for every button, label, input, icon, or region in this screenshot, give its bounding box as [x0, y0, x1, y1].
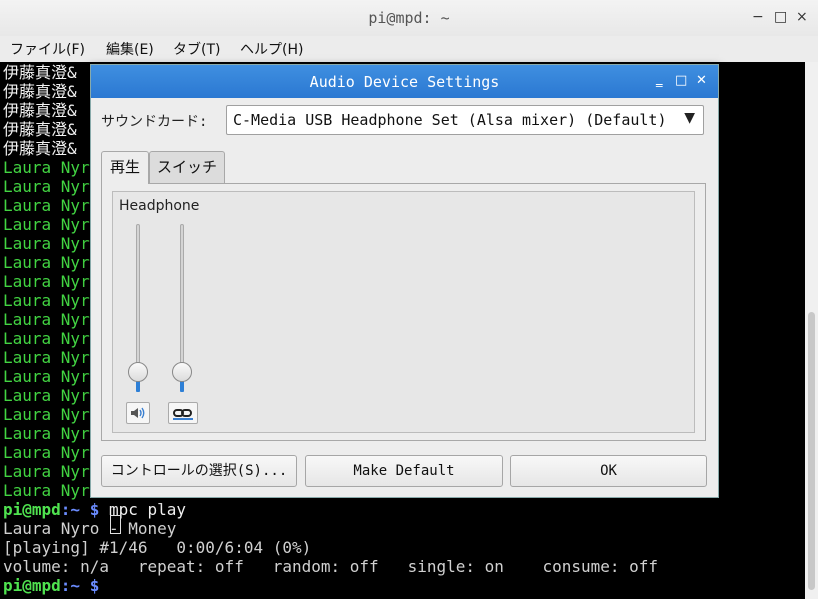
sound-card-value: C-Media USB Headphone Set (Alsa mixer) (…	[233, 111, 667, 129]
playlist-line: Laura Nyr	[3, 405, 90, 424]
dialog-maximize-button[interactable]: □	[675, 73, 687, 88]
select-controls-button[interactable]: コントロールの選択(S)...	[101, 455, 297, 487]
mute-toggle-button[interactable]	[126, 402, 150, 424]
dialog-close-button[interactable]: ✕	[696, 73, 707, 88]
playlist-line: Laura Nyr	[3, 196, 90, 215]
terminal-titlebar: pi@mpd: ~ − □ ×	[0, 0, 818, 36]
terminal-scrollbar[interactable]	[805, 62, 818, 599]
dropdown-arrow-icon: ▼	[684, 110, 695, 126]
ok-button[interactable]: OK	[510, 455, 707, 487]
maximize-button[interactable]: □	[774, 9, 787, 25]
volume-line: volume: n/a repeat: off random: off sing…	[3, 557, 659, 576]
playlist-line: Laura Nyr	[3, 443, 90, 462]
tab-switches[interactable]: スイッチ	[149, 151, 225, 183]
menu-edit[interactable]: 編集(E)	[106, 39, 154, 59]
playlist-line: Laura Nyr	[3, 481, 90, 500]
playlist-line: 伊藤真澄&	[3, 101, 77, 120]
playlist-line: Laura Nyr	[3, 177, 90, 196]
playlist-line: Laura Nyr	[3, 329, 90, 348]
command-line: pi@mpd:~ $ mpc play	[3, 500, 187, 519]
make-default-button[interactable]: Make Default	[305, 455, 503, 487]
speaker-icon	[131, 407, 145, 419]
right-channel-slider-knob[interactable]	[172, 362, 192, 383]
lock-channels-button[interactable]	[168, 402, 198, 424]
playlist-line: 伊藤真澄&	[3, 120, 77, 139]
mixer-frame: Headphone	[112, 191, 695, 433]
terminal-title: pi@mpd: ~	[368, 9, 450, 27]
minimize-button[interactable]: −	[752, 9, 764, 25]
playlist-line: Laura Nyr	[3, 310, 90, 329]
sound-card-label: サウンドカード:	[101, 114, 208, 130]
playlist-line: 伊藤真澄&	[3, 63, 77, 82]
playlist-line: Laura Nyr	[3, 386, 90, 405]
playlist-line: Laura Nyr	[3, 234, 90, 253]
playlist-line: Laura Nyr	[3, 291, 90, 310]
playlist-line: Laura Nyr	[3, 215, 90, 234]
playlist-line: Laura Nyr	[3, 348, 90, 367]
status-line: [playing] #1/46 0:00/6:04 (0%)	[3, 538, 312, 557]
close-button[interactable]: ×	[796, 9, 808, 25]
menu-tab[interactable]: タブ(T)	[173, 39, 220, 59]
playlist-line: Laura Nyr	[3, 367, 90, 386]
playlist-line: Laura Nyr	[3, 272, 90, 291]
terminal-cursor	[110, 515, 121, 534]
left-channel-slider-knob[interactable]	[128, 362, 148, 383]
menu-file[interactable]: ファイル(F)	[10, 39, 85, 59]
device-name: Headphone	[119, 198, 200, 214]
current-prompt: pi@mpd:~ $	[3, 576, 100, 595]
tab-playback[interactable]: 再生	[101, 151, 149, 184]
playlist-line: 伊藤真澄&	[3, 82, 77, 101]
dialog-title: Audio Device Settings	[309, 73, 500, 91]
playlist-line: Laura Nyr	[3, 253, 90, 272]
playlist-line: Laura Nyr	[3, 424, 90, 443]
menu-help[interactable]: ヘルプ(H)	[240, 39, 303, 59]
audio-device-settings-dialog: Audio Device Settings ‗ □ ✕ サウンドカード: C-M…	[90, 64, 719, 498]
chain-link-icon	[173, 409, 193, 420]
now-playing-line: Laura Nyro - Money	[3, 519, 177, 538]
dialog-titlebar[interactable]: Audio Device Settings ‗ □ ✕	[91, 65, 718, 98]
playlist-line: 伊藤真澄&	[3, 139, 77, 158]
playback-panel: Headphone	[101, 183, 706, 441]
sound-card-dropdown[interactable]: C-Media USB Headphone Set (Alsa mixer) (…	[226, 105, 704, 135]
terminal-menubar: ファイル(F) 編集(E) タブ(T) ヘルプ(H)	[0, 36, 818, 63]
playlist-line: Laura Nyr	[3, 158, 90, 177]
playlist-line: Laura Nyr	[3, 462, 90, 481]
scrollbar-thumb[interactable]	[808, 312, 815, 590]
dialog-minimize-button[interactable]: ‗	[656, 73, 663, 88]
